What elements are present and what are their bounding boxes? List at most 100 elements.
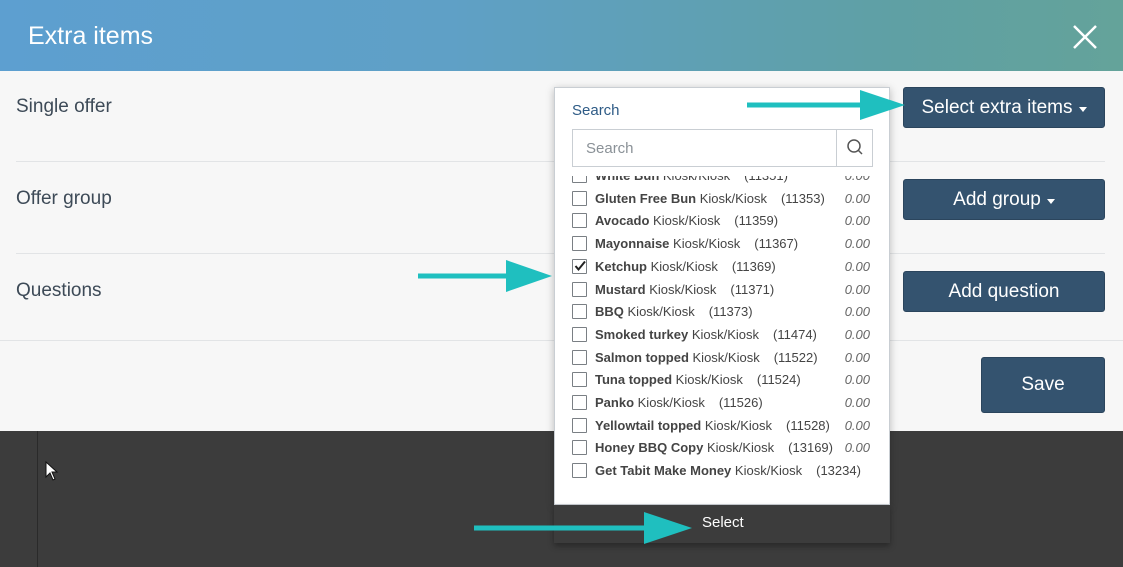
item-source: Kiosk/Kiosk bbox=[673, 236, 741, 252]
item-price: 0.00 bbox=[844, 326, 870, 342]
item-source: Kiosk/Kiosk bbox=[699, 190, 767, 206]
item-label: BBQ Kiosk/Kiosk (11373) bbox=[595, 304, 753, 319]
checkbox[interactable] bbox=[572, 236, 587, 252]
item-code: (11351) bbox=[744, 176, 788, 183]
item-source: Kiosk/Kiosk bbox=[692, 349, 760, 365]
list-item[interactable]: Panko Kiosk/Kiosk (11526) 0.00 bbox=[572, 392, 872, 414]
checkbox[interactable] bbox=[572, 463, 587, 479]
item-name: Mustard bbox=[595, 281, 646, 297]
checkbox[interactable] bbox=[572, 395, 587, 410]
item-code: (11524) bbox=[756, 372, 801, 388]
checkbox[interactable] bbox=[572, 326, 587, 342]
add-question-button[interactable]: Add question bbox=[903, 271, 1105, 312]
item-source: Kiosk/Kiosk bbox=[627, 304, 695, 320]
item-price: 0.00 bbox=[844, 349, 870, 365]
item-code: (11474) bbox=[773, 326, 817, 342]
offer-group-label: Offer group bbox=[16, 188, 112, 209]
item-code: (11373) bbox=[708, 304, 753, 320]
checkbox[interactable] bbox=[572, 440, 587, 456]
list-item[interactable]: Honey BBQ Copy Kiosk/Kiosk (13169) 0.00 bbox=[572, 437, 872, 459]
item-source: Kiosk/Kiosk bbox=[649, 281, 717, 297]
list-item[interactable]: Salmon topped Kiosk/Kiosk (11522) 0.00 bbox=[572, 347, 872, 369]
item-source: Kiosk/Kiosk bbox=[653, 213, 721, 229]
item-label: Salmon topped Kiosk/Kiosk (11522) bbox=[595, 350, 818, 365]
add-question-label: Add question bbox=[948, 280, 1060, 302]
item-label: Gluten Free Bun Kiosk/Kiosk (11353) bbox=[595, 191, 825, 206]
search-button[interactable] bbox=[836, 130, 873, 166]
item-name: BBQ bbox=[595, 304, 624, 320]
item-price: 0.00 bbox=[844, 190, 870, 206]
select-extra-items-button[interactable]: Select extra items bbox=[903, 87, 1105, 128]
items-list: White Bun Kiosk/Kiosk(11351)0.00Gluten F… bbox=[555, 176, 889, 496]
item-price: 0.00 bbox=[844, 213, 870, 229]
select-extra-items-label: Select extra items bbox=[921, 96, 1073, 118]
item-label: Get Tabit Make Money Kiosk/Kiosk (13234) bbox=[595, 463, 861, 478]
list-item[interactable]: Ketchup Kiosk/Kiosk (11369) 0.00 bbox=[572, 256, 872, 278]
list-item[interactable]: Gluten Free Bun Kiosk/Kiosk (11353) 0.00 bbox=[572, 188, 872, 210]
checkbox[interactable] bbox=[572, 281, 587, 297]
item-code: (11371) bbox=[730, 281, 775, 297]
checkbox[interactable] bbox=[572, 349, 587, 365]
item-name: Panko bbox=[595, 395, 635, 410]
list-item[interactable]: Mayonnaise Kiosk/Kiosk (11367) 0.00 bbox=[572, 233, 872, 255]
checkbox[interactable] bbox=[572, 304, 587, 320]
item-name: Salmon topped bbox=[595, 349, 689, 365]
list-item[interactable]: Mustard Kiosk/Kiosk (11371) 0.00 bbox=[572, 279, 872, 301]
list-item[interactable]: BBQ Kiosk/Kiosk (11373) 0.00 bbox=[572, 301, 872, 323]
save-label: Save bbox=[1021, 374, 1065, 395]
close-icon[interactable] bbox=[1070, 22, 1100, 52]
add-group-button[interactable]: Add group bbox=[903, 179, 1105, 220]
item-label: Panko Kiosk/Kiosk (11526) bbox=[595, 395, 763, 410]
item-name: Tuna topped bbox=[595, 372, 673, 388]
item-code: (11526) bbox=[718, 395, 763, 410]
item-name: Smoked turkey bbox=[595, 326, 689, 342]
item-source: Kiosk/Kiosk bbox=[675, 372, 743, 388]
search-label: Search bbox=[572, 102, 620, 119]
list-item[interactable]: Smoked turkey Kiosk/Kiosk (11474) 0.00 bbox=[572, 324, 872, 346]
extra-items-dropdown: Search White Bun Kiosk/Kiosk(11351)0.00G… bbox=[554, 87, 890, 505]
checkbox[interactable] bbox=[572, 213, 587, 229]
checkbox[interactable] bbox=[572, 176, 587, 183]
item-code: (11367) bbox=[754, 236, 799, 252]
list-item[interactable]: White Bun Kiosk/Kiosk (11351) 0.00 bbox=[572, 176, 872, 187]
item-label: Mustard Kiosk/Kiosk (11371) bbox=[595, 282, 774, 297]
checkbox[interactable] bbox=[572, 417, 587, 433]
list-item[interactable]: Tuna topped Kiosk/Kiosk (11524) 0.00 bbox=[572, 369, 872, 391]
list-item[interactable]: Get Tabit Make Money Kiosk/Kiosk (13234) bbox=[572, 460, 872, 482]
modal-header: Extra items bbox=[0, 0, 1123, 71]
caret-down-icon bbox=[1046, 198, 1055, 204]
save-button[interactable]: Save bbox=[981, 357, 1105, 413]
item-source: Kiosk/Kiosk bbox=[637, 395, 705, 410]
item-name: White Bun bbox=[595, 176, 659, 183]
item-source: Kiosk/Kiosk bbox=[734, 463, 803, 479]
item-label: Ketchup Kiosk/Kiosk (11369) bbox=[595, 259, 776, 274]
search-input[interactable] bbox=[573, 130, 836, 166]
item-source: Kiosk/Kiosk bbox=[650, 258, 718, 274]
item-label: Smoked turkey Kiosk/Kiosk (11474) bbox=[595, 327, 817, 342]
item-price: 0.00 bbox=[844, 417, 870, 433]
mouse-pointer-icon bbox=[45, 461, 59, 481]
list-item[interactable]: Avocado Kiosk/Kiosk (11359) 0.00 bbox=[572, 210, 872, 232]
item-price: 0.00 bbox=[844, 440, 870, 456]
item-code: (11353) bbox=[780, 190, 825, 206]
modal-title: Extra items bbox=[28, 22, 154, 50]
search-box bbox=[572, 129, 873, 167]
annotation-arrow-icon bbox=[474, 512, 692, 544]
item-label: Mayonnaise Kiosk/Kiosk (11367) bbox=[595, 236, 798, 251]
item-label: Yellowtail topped Kiosk/Kiosk (11528) bbox=[595, 418, 830, 433]
item-price: 0.00 bbox=[844, 281, 870, 297]
item-code: (13234) bbox=[816, 463, 861, 479]
annotation-arrow-icon bbox=[418, 260, 552, 292]
checkbox[interactable] bbox=[572, 372, 587, 388]
single-offer-label: Single offer bbox=[16, 96, 112, 117]
select-button[interactable]: Select bbox=[702, 514, 744, 531]
add-group-label: Add group bbox=[953, 188, 1041, 210]
item-price: 0.00 bbox=[844, 372, 870, 388]
item-name: Avocado bbox=[595, 213, 650, 229]
checkbox-checked[interactable] bbox=[572, 258, 587, 274]
search-icon bbox=[847, 139, 863, 155]
item-name: Mayonnaise bbox=[595, 236, 670, 252]
list-item[interactable]: Yellowtail topped Kiosk/Kiosk (11528) 0.00 bbox=[572, 415, 872, 437]
item-label: Honey BBQ Copy Kiosk/Kiosk (13169) bbox=[595, 440, 833, 455]
checkbox[interactable] bbox=[572, 190, 587, 206]
